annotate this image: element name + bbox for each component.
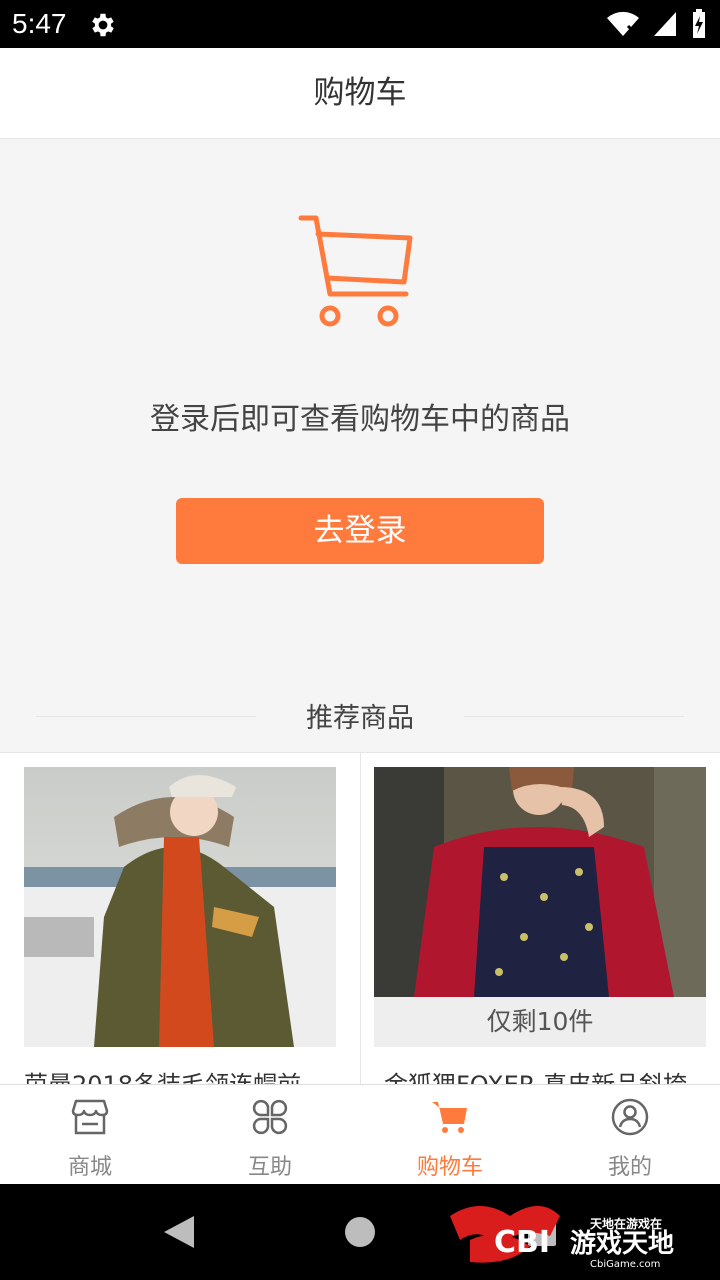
divider-right bbox=[464, 716, 684, 717]
title-bar: 购物车 bbox=[0, 48, 720, 139]
watermark-brand: CBI bbox=[494, 1225, 550, 1260]
tab-label: 我的 bbox=[607, 1155, 652, 1180]
product-title: 金狐狸FOXER 真皮新品斜挎 bbox=[384, 1071, 688, 1085]
status-indicators bbox=[606, 9, 708, 38]
product-divider bbox=[360, 753, 361, 1085]
watermark-url: CbiGame.com bbox=[590, 1259, 660, 1270]
page-title: 购物车 bbox=[313, 75, 407, 111]
status-bar: 5:47 bbox=[0, 0, 720, 48]
back-icon[interactable] bbox=[162, 1214, 196, 1250]
settings-gear-icon bbox=[92, 13, 114, 37]
empty-cart-message: 登录后即可查看购物车中的商品 bbox=[150, 402, 570, 437]
user-icon bbox=[611, 1098, 649, 1136]
product-image bbox=[24, 767, 336, 1047]
watermark-logo: CBI 天地在游戏在 游戏天地 CbiGame.com bbox=[450, 1206, 674, 1270]
home-icon[interactable] bbox=[344, 1216, 376, 1248]
product-image bbox=[374, 767, 706, 997]
tab-mine[interactable]: 我的 bbox=[540, 1085, 720, 1185]
cart-icon bbox=[432, 1102, 467, 1133]
tab-label: 商城 bbox=[67, 1155, 112, 1180]
product-title: 茵曼2018冬装毛领连帽前 bbox=[24, 1071, 302, 1085]
stock-badge: 仅剩10件 bbox=[374, 997, 706, 1047]
login-button[interactable]: 去登录 bbox=[176, 498, 544, 564]
grid-clover-icon bbox=[252, 1099, 288, 1135]
battery-charging-icon bbox=[693, 9, 705, 38]
product-grid: 茵曼2018冬装毛领连帽前 仅剩10件 金狐狸FOXER 真皮新品斜挎 bbox=[0, 752, 720, 1085]
wifi-icon bbox=[607, 11, 639, 37]
tab-store[interactable]: 商城 bbox=[0, 1085, 180, 1185]
status-time: 5:47 bbox=[12, 8, 67, 39]
tab-label: 购物车 bbox=[416, 1155, 483, 1180]
bottom-tab-bar: 商城 互助 购物车 我的 bbox=[0, 1084, 720, 1185]
store-icon bbox=[71, 1099, 109, 1135]
tab-mutual-aid[interactable]: 互助 bbox=[180, 1085, 360, 1185]
cell-signal-icon bbox=[654, 12, 676, 36]
tab-cart[interactable]: 购物车 bbox=[360, 1085, 540, 1185]
watermark-text: 游戏天地 bbox=[570, 1229, 674, 1259]
tab-label: 互助 bbox=[247, 1155, 292, 1180]
empty-cart-icon bbox=[298, 215, 413, 327]
